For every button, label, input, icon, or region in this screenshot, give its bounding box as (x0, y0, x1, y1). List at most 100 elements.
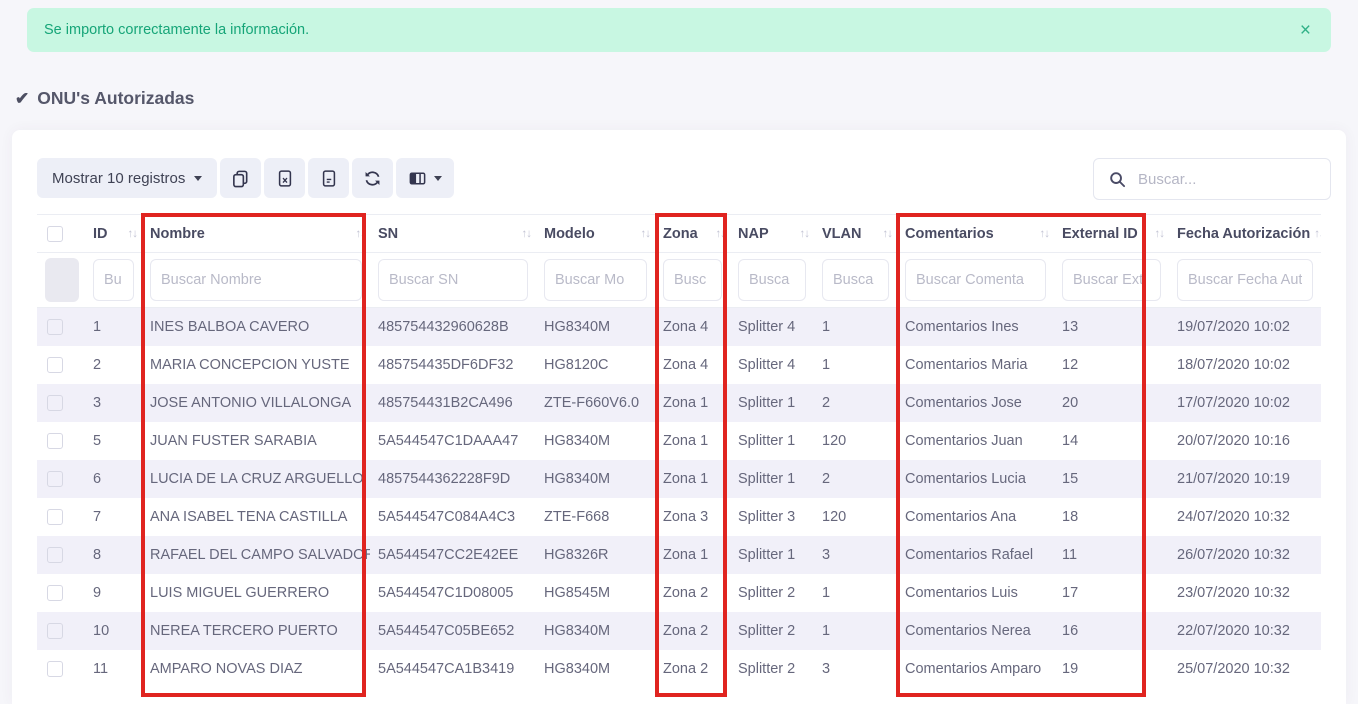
search-box (1093, 158, 1331, 200)
table-toolbar: Mostrar 10 registros (37, 158, 454, 198)
row-checkbox[interactable] (47, 395, 63, 411)
cell-select (37, 650, 85, 688)
filter-modelo-input[interactable] (544, 259, 647, 301)
cell-id: 8 (85, 536, 142, 574)
sort-icon[interactable]: ↑↓ (124, 228, 138, 240)
filter-zona-input[interactable] (663, 259, 722, 301)
cell-id: 6 (85, 460, 142, 498)
row-checkbox[interactable] (47, 357, 63, 373)
cell-nombre: LUIS MIGUEL GUERRERO (142, 574, 370, 612)
search-input[interactable] (1138, 171, 1330, 188)
cell-nombre: RAFAEL DEL CAMPO SALVADOR (142, 536, 370, 574)
sort-icon[interactable]: ↑↓ (712, 228, 726, 240)
filter-cell-comentarios (897, 253, 1054, 308)
cell-external_id: 13 (1054, 308, 1169, 346)
column-header-nombre[interactable]: Nombre↑↓ (142, 215, 370, 253)
column-header-fecha[interactable]: Fecha Autorización↑↓ (1169, 215, 1321, 253)
cell-comentarios: Comentarios Lucia (897, 460, 1054, 498)
sort-icon[interactable]: ↑↓ (796, 228, 810, 240)
filter-cell-modelo (536, 253, 655, 308)
filter-id-input[interactable] (93, 259, 134, 301)
cell-id: 2 (85, 346, 142, 384)
sort-icon[interactable]: ↑↓ (1310, 228, 1321, 240)
cell-modelo: HG8545M (536, 574, 655, 612)
column-header-label: Zona (663, 226, 698, 242)
sort-icon[interactable]: ↑↓ (879, 228, 893, 240)
row-checkbox[interactable] (47, 319, 63, 335)
sort-icon[interactable]: ↑↓ (637, 228, 651, 240)
sort-icon[interactable]: ↑↓ (1036, 228, 1050, 240)
column-header-nap[interactable]: NAP↑↓ (730, 215, 814, 253)
cell-vlan: 120 (814, 422, 897, 460)
row-checkbox[interactable] (47, 585, 63, 601)
cell-modelo: HG8340M (536, 422, 655, 460)
cell-modelo: HG8120C (536, 346, 655, 384)
cell-modelo: HG8340M (536, 612, 655, 650)
select-all-checkbox[interactable] (47, 226, 63, 242)
cell-vlan: 2 (814, 460, 897, 498)
cell-id: 3 (85, 384, 142, 422)
refresh-button[interactable] (352, 158, 393, 198)
cell-zona: Zona 1 (655, 460, 730, 498)
filter-vlan-input[interactable] (822, 259, 889, 301)
cell-nap: Splitter 4 (730, 308, 814, 346)
column-header-vlan[interactable]: VLAN↑↓ (814, 215, 897, 253)
cell-sn: 5A544547C05BE652 (370, 612, 536, 650)
cell-select (37, 498, 85, 536)
cell-nombre: MARIA CONCEPCION YUSTE (142, 346, 370, 384)
row-checkbox[interactable] (47, 623, 63, 639)
cell-sn: 5A544547CA1B3419 (370, 650, 536, 688)
file-export-button[interactable] (308, 158, 349, 198)
row-checkbox[interactable] (47, 471, 63, 487)
sort-icon[interactable]: ↑↓ (1151, 228, 1165, 240)
row-checkbox[interactable] (47, 433, 63, 449)
row-checkbox[interactable] (47, 661, 63, 677)
column-header-external_id[interactable]: External ID↑↓ (1054, 215, 1169, 253)
close-icon[interactable]: × (1300, 21, 1311, 40)
filter-external_id-input[interactable] (1062, 259, 1161, 301)
cell-nombre: AMPARO NOVAS DIAZ (142, 650, 370, 688)
length-menu-button[interactable]: Mostrar 10 registros (37, 158, 217, 198)
row-checkbox[interactable] (47, 509, 63, 525)
cell-id: 5 (85, 422, 142, 460)
column-header-zona[interactable]: Zona ↑↓ (655, 215, 730, 253)
column-header-sn[interactable]: SN↑↓ (370, 215, 536, 253)
onu-table-wrap: ID↑↓Nombre↑↓SN↑↓Modelo↑↓Zona↑↓NAP↑↓VLAN↑… (37, 214, 1321, 688)
cell-modelo: HG8340M (536, 650, 655, 688)
table-row: 5JUAN FUSTER SARABIA5A544547C1DAAA47HG83… (37, 422, 1321, 460)
cell-id: 10 (85, 612, 142, 650)
cell-comentarios: Comentarios Maria (897, 346, 1054, 384)
cell-id: 1 (85, 308, 142, 346)
cell-external_id: 19 (1054, 650, 1169, 688)
column-header-label: ID (93, 226, 108, 242)
column-header-label: Modelo (544, 226, 595, 242)
table-row: 11AMPARO NOVAS DIAZ5A544547CA1B3419HG834… (37, 650, 1321, 688)
filter-sn-input[interactable] (378, 259, 528, 301)
table-row: 6LUCIA DE LA CRUZ ARGUELLO4857544362228F… (37, 460, 1321, 498)
filter-cell-nap (730, 253, 814, 308)
filter-nap-input[interactable] (738, 259, 806, 301)
column-header-comentarios[interactable]: Comentarios↑↓ (897, 215, 1054, 253)
filter-cell-id (85, 253, 142, 308)
cell-sn: 5A544547C1D08005 (370, 574, 536, 612)
column-header-modelo[interactable]: Modelo ↑↓ (536, 215, 655, 253)
cell-select (37, 346, 85, 384)
table-row: 7ANA ISABEL TENA CASTILLA5A544547C084A4C… (37, 498, 1321, 536)
sort-icon[interactable]: ↑↓ (518, 228, 532, 240)
row-checkbox[interactable] (47, 547, 63, 563)
cell-id: 9 (85, 574, 142, 612)
column-header-id[interactable]: ID ↑↓ (85, 215, 142, 253)
excel-export-button[interactable] (264, 158, 305, 198)
filter-comentarios-input[interactable] (905, 259, 1046, 301)
filter-cell-fecha (1169, 253, 1321, 308)
cell-zona: Zona 4 (655, 346, 730, 384)
sort-icon[interactable]: ↑↓ (352, 228, 366, 240)
filter-placeholder-block (45, 258, 79, 302)
filter-nombre-input[interactable] (150, 259, 362, 301)
cell-sn: 485754432960628B (370, 308, 536, 346)
copy-button[interactable] (220, 158, 261, 198)
column-visibility-button[interactable] (396, 158, 454, 198)
filter-fecha-input[interactable] (1177, 259, 1313, 301)
filter-cell-select (37, 253, 85, 308)
cell-external_id: 11 (1054, 536, 1169, 574)
